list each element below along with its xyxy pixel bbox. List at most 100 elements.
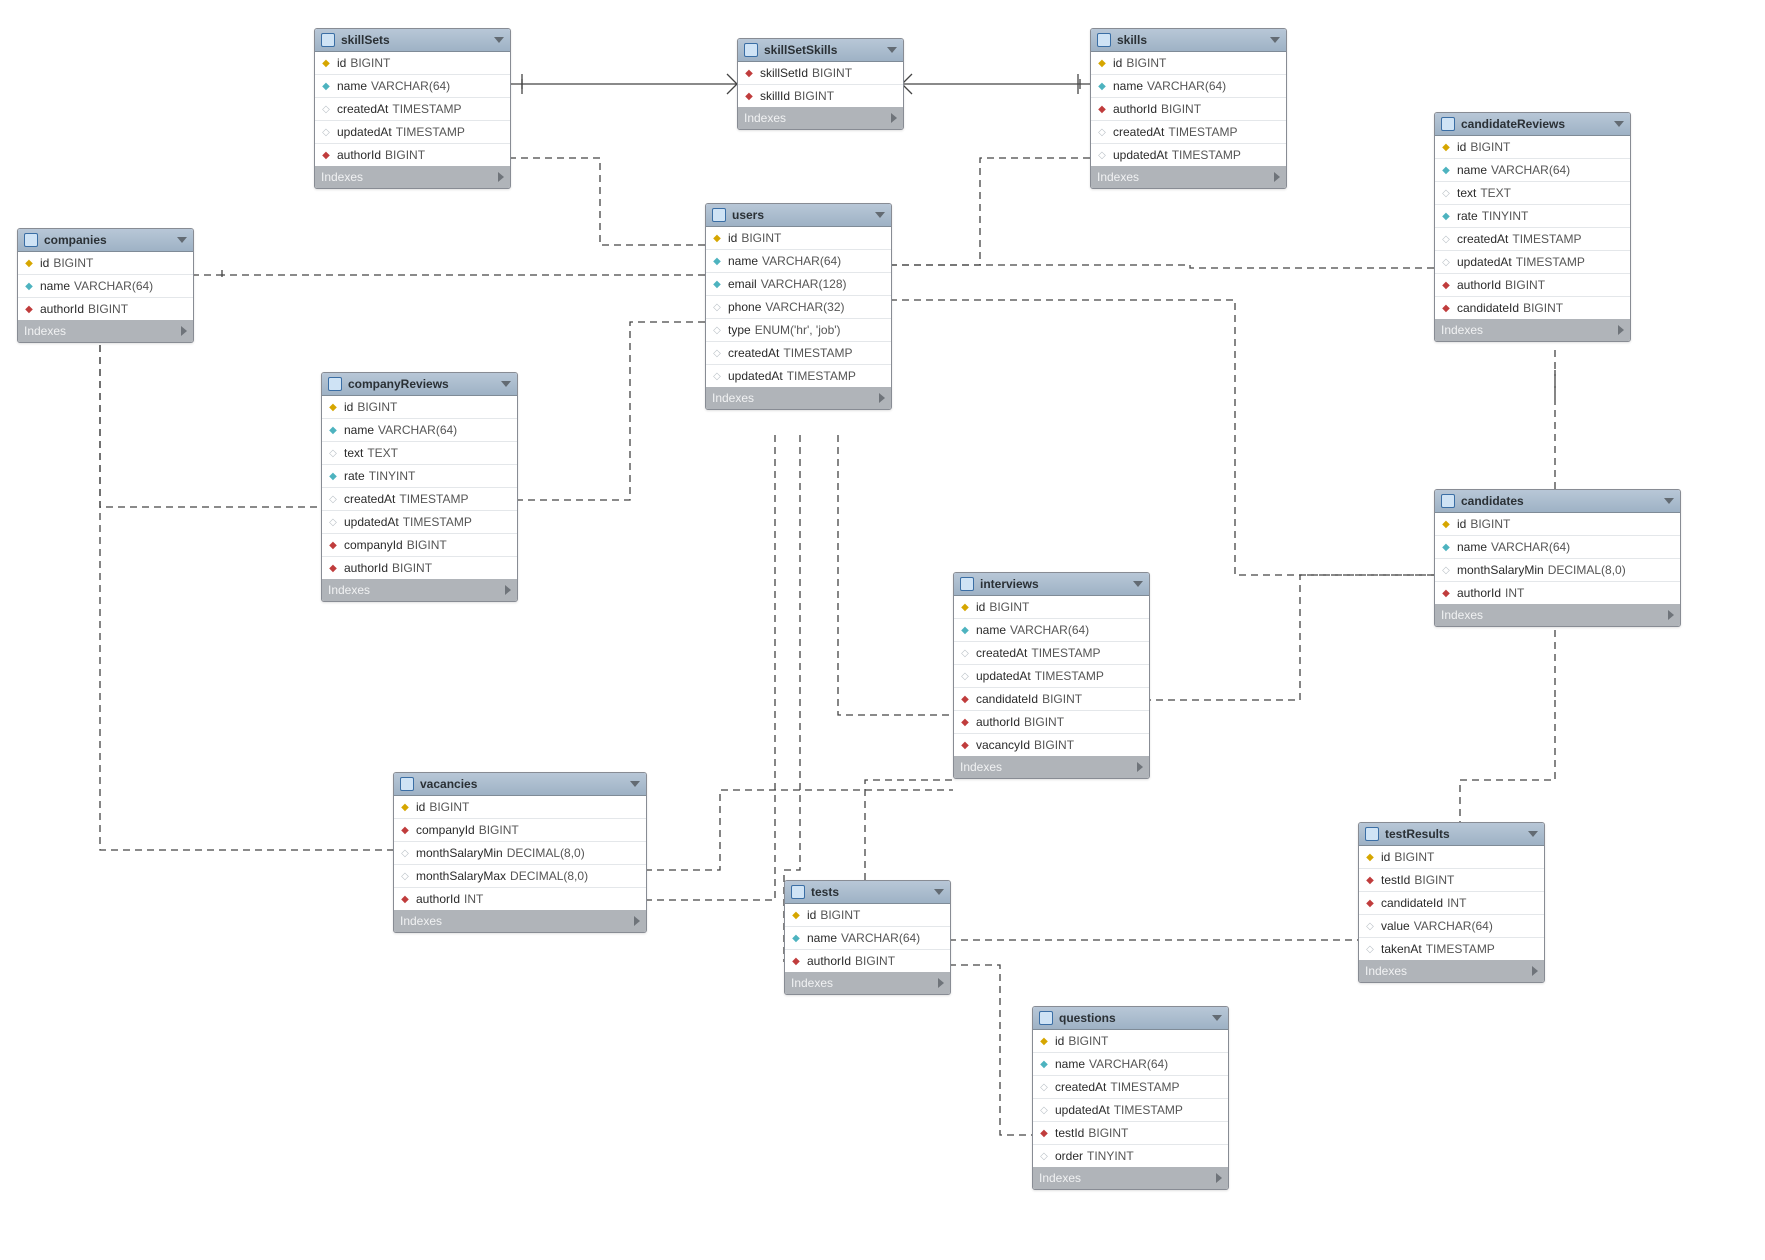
- column-row[interactable]: ◆idBIGINT: [1033, 1030, 1228, 1053]
- entity-skillSetSkills[interactable]: skillSetSkills ◆skillSetIdBIGINT ◆skillI…: [737, 38, 904, 130]
- entity-header[interactable]: skillSetSkills: [738, 39, 903, 62]
- chevron-down-icon[interactable]: [1133, 581, 1143, 587]
- column-row[interactable]: ◆idBIGINT: [1359, 846, 1544, 869]
- entity-header[interactable]: questions: [1033, 1007, 1228, 1030]
- entity-header[interactable]: skills: [1091, 29, 1286, 52]
- column-row[interactable]: ◆nameVARCHAR(64): [1033, 1053, 1228, 1076]
- entity-companyReviews[interactable]: companyReviews ◆idBIGINT ◆nameVARCHAR(64…: [321, 372, 518, 602]
- column-row[interactable]: ◇textTEXT: [1435, 182, 1630, 205]
- entity-header[interactable]: users: [706, 204, 891, 227]
- indexes-section[interactable]: Indexes: [706, 387, 891, 409]
- column-row[interactable]: ◆idBIGINT: [785, 904, 950, 927]
- indexes-section[interactable]: Indexes: [394, 910, 646, 932]
- column-row[interactable]: ◆skillSetIdBIGINT: [738, 62, 903, 85]
- column-row[interactable]: ◆candidateIdINT: [1359, 892, 1544, 915]
- column-row[interactable]: ◇updatedAtTIMESTAMP: [322, 511, 517, 534]
- indexes-section[interactable]: Indexes: [954, 756, 1149, 778]
- column-row[interactable]: ◇monthSalaryMinDECIMAL(8,0): [1435, 559, 1680, 582]
- column-row[interactable]: ◆idBIGINT: [315, 52, 510, 75]
- chevron-down-icon[interactable]: [934, 889, 944, 895]
- column-row[interactable]: ◆nameVARCHAR(64): [1435, 536, 1680, 559]
- chevron-down-icon[interactable]: [501, 381, 511, 387]
- column-row[interactable]: ◆authorIdBIGINT: [785, 950, 950, 972]
- column-row[interactable]: ◇updatedAtTIMESTAMP: [706, 365, 891, 387]
- column-row[interactable]: ◆nameVARCHAR(64): [785, 927, 950, 950]
- column-row[interactable]: ◇phoneVARCHAR(32): [706, 296, 891, 319]
- column-row[interactable]: ◇updatedAtTIMESTAMP: [1033, 1099, 1228, 1122]
- column-row[interactable]: ◆testIdBIGINT: [1359, 869, 1544, 892]
- indexes-section[interactable]: Indexes: [738, 107, 903, 129]
- column-row[interactable]: ◆nameVARCHAR(64): [706, 250, 891, 273]
- entity-companies[interactable]: companies ◆idBIGINT ◆nameVARCHAR(64) ◆au…: [17, 228, 194, 343]
- chevron-down-icon[interactable]: [1614, 121, 1624, 127]
- entity-vacancies[interactable]: vacancies ◆idBIGINT ◆companyIdBIGINT ◇mo…: [393, 772, 647, 933]
- column-row[interactable]: ◇createdAtTIMESTAMP: [706, 342, 891, 365]
- column-row[interactable]: ◆idBIGINT: [1091, 52, 1286, 75]
- column-row[interactable]: ◆companyIdBIGINT: [322, 534, 517, 557]
- column-row[interactable]: ◇updatedAtTIMESTAMP: [954, 665, 1149, 688]
- entity-header[interactable]: interviews: [954, 573, 1149, 596]
- column-row[interactable]: ◆companyIdBIGINT: [394, 819, 646, 842]
- column-row[interactable]: ◆candidateIdBIGINT: [1435, 297, 1630, 319]
- column-row[interactable]: ◆skillIdBIGINT: [738, 85, 903, 107]
- column-row[interactable]: ◆authorIdINT: [394, 888, 646, 910]
- column-row[interactable]: ◆authorIdBIGINT: [322, 557, 517, 579]
- chevron-down-icon[interactable]: [494, 37, 504, 43]
- indexes-section[interactable]: Indexes: [1435, 604, 1680, 626]
- column-row[interactable]: ◇valueVARCHAR(64): [1359, 915, 1544, 938]
- entity-header[interactable]: skillSets: [315, 29, 510, 52]
- indexes-section[interactable]: Indexes: [1091, 166, 1286, 188]
- chevron-down-icon[interactable]: [1664, 498, 1674, 504]
- entity-interviews[interactable]: interviews ◆idBIGINT ◆nameVARCHAR(64) ◇c…: [953, 572, 1150, 779]
- column-row[interactable]: ◇takenAtTIMESTAMP: [1359, 938, 1544, 960]
- column-row[interactable]: ◇textTEXT: [322, 442, 517, 465]
- column-row[interactable]: ◆nameVARCHAR(64): [1091, 75, 1286, 98]
- entity-header[interactable]: companies: [18, 229, 193, 252]
- column-row[interactable]: ◆idBIGINT: [1435, 136, 1630, 159]
- column-row[interactable]: ◇createdAtTIMESTAMP: [1435, 228, 1630, 251]
- column-row[interactable]: ◇createdAtTIMESTAMP: [954, 642, 1149, 665]
- column-row[interactable]: ◆authorIdBIGINT: [1435, 274, 1630, 297]
- column-row[interactable]: ◆idBIGINT: [18, 252, 193, 275]
- column-row[interactable]: ◇updatedAtTIMESTAMP: [315, 121, 510, 144]
- column-row[interactable]: ◇updatedAtTIMESTAMP: [1091, 144, 1286, 166]
- column-row[interactable]: ◇monthSalaryMaxDECIMAL(8,0): [394, 865, 646, 888]
- column-row[interactable]: ◆authorIdBIGINT: [315, 144, 510, 166]
- column-row[interactable]: ◇orderTINYINT: [1033, 1145, 1228, 1167]
- column-row[interactable]: ◇updatedAtTIMESTAMP: [1435, 251, 1630, 274]
- chevron-down-icon[interactable]: [1270, 37, 1280, 43]
- entity-tests[interactable]: tests ◆idBIGINT ◆nameVARCHAR(64) ◆author…: [784, 880, 951, 995]
- column-row[interactable]: ◆nameVARCHAR(64): [315, 75, 510, 98]
- column-row[interactable]: ◆nameVARCHAR(64): [18, 275, 193, 298]
- indexes-section[interactable]: Indexes: [785, 972, 950, 994]
- entity-header[interactable]: companyReviews: [322, 373, 517, 396]
- indexes-section[interactable]: Indexes: [18, 320, 193, 342]
- column-row[interactable]: ◇createdAtTIMESTAMP: [1091, 121, 1286, 144]
- column-row[interactable]: ◆authorIdBIGINT: [18, 298, 193, 320]
- chevron-down-icon[interactable]: [630, 781, 640, 787]
- entity-candidateReviews[interactable]: candidateReviews ◆idBIGINT ◆nameVARCHAR(…: [1434, 112, 1631, 342]
- column-row[interactable]: ◆idBIGINT: [954, 596, 1149, 619]
- chevron-down-icon[interactable]: [177, 237, 187, 243]
- column-row[interactable]: ◇monthSalaryMinDECIMAL(8,0): [394, 842, 646, 865]
- column-row[interactable]: ◆rateTINYINT: [322, 465, 517, 488]
- chevron-down-icon[interactable]: [1528, 831, 1538, 837]
- entity-header[interactable]: testResults: [1359, 823, 1544, 846]
- entity-header[interactable]: vacancies: [394, 773, 646, 796]
- column-row[interactable]: ◆testIdBIGINT: [1033, 1122, 1228, 1145]
- column-row[interactable]: ◆idBIGINT: [394, 796, 646, 819]
- column-row[interactable]: ◆authorIdBIGINT: [954, 711, 1149, 734]
- entity-skillSets[interactable]: skillSets ◆idBIGINT ◆nameVARCHAR(64) ◇cr…: [314, 28, 511, 189]
- indexes-section[interactable]: Indexes: [1359, 960, 1544, 982]
- entity-header[interactable]: candidateReviews: [1435, 113, 1630, 136]
- chevron-down-icon[interactable]: [887, 47, 897, 53]
- chevron-down-icon[interactable]: [1212, 1015, 1222, 1021]
- column-row[interactable]: ◆nameVARCHAR(64): [322, 419, 517, 442]
- column-row[interactable]: ◆idBIGINT: [706, 227, 891, 250]
- column-row[interactable]: ◆vacancyIdBIGINT: [954, 734, 1149, 756]
- entity-header[interactable]: candidates: [1435, 490, 1680, 513]
- entity-skills[interactable]: skills ◆idBIGINT ◆nameVARCHAR(64) ◆autho…: [1090, 28, 1287, 189]
- indexes-section[interactable]: Indexes: [315, 166, 510, 188]
- indexes-section[interactable]: Indexes: [1435, 319, 1630, 341]
- chevron-down-icon[interactable]: [875, 212, 885, 218]
